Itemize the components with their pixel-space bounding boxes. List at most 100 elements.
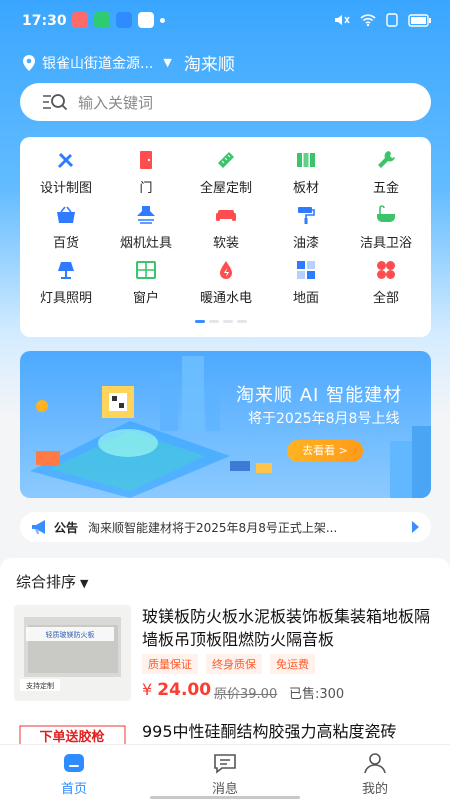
thumbnail-caption: 下单送胶枪 (39, 729, 104, 745)
tab-home[interactable]: 首页 (44, 751, 104, 797)
category-label: 五金 (372, 181, 399, 196)
category-item[interactable]: 灯具照明 (26, 259, 106, 306)
tab-messages[interactable]: 消息 (195, 751, 255, 797)
chevron-down-icon: ▼ (163, 56, 172, 69)
page-dot (209, 320, 219, 323)
product-sold-count: 已售:300 (289, 687, 345, 702)
status-time: 17:30 (22, 13, 67, 29)
search-input[interactable]: 输入关键词 (20, 83, 431, 121)
price-value: 24.00 (157, 680, 212, 700)
floor-tiles-icon (297, 261, 315, 279)
caret-down-icon: ▼ (80, 577, 89, 590)
basket-icon (57, 206, 75, 223)
product-thumbnail: 轻质玻镁防火板 支持定制 (14, 605, 131, 701)
category-label: 烟机灶具 (119, 236, 172, 251)
panels-icon (297, 153, 315, 167)
product-tag: 终身质保 (206, 654, 262, 674)
app-notification-icon (116, 12, 132, 28)
category-item[interactable]: 百货 (26, 204, 106, 251)
product-price: ¥ 24.00 (142, 680, 211, 700)
category-panel: 设计制图 门 全屋定制 板材 五金 百货 烟机灶具 软装 油漆 洁具卫浴 灯具照… (20, 137, 431, 337)
category-item[interactable]: 全部 (346, 259, 426, 306)
door-icon (140, 151, 152, 169)
tape-measure-icon (218, 152, 234, 168)
sort-dropdown[interactable]: 综合排序 ▼ (16, 571, 88, 592)
power-drop-icon (220, 261, 232, 279)
bottom-tab-bar: 首页 消息 我的 (0, 744, 450, 800)
tab-profile-label: 我的 (361, 782, 388, 797)
system-icons (334, 13, 432, 27)
product-list: 综合排序 ▼ 轻质玻镁防火板 支持定制 玻镁板防火板水泥板装饰板集装箱地板隔墙板吊… (0, 558, 450, 748)
thumbnail-badge: 支持定制 (26, 681, 54, 690)
category-label: 门 (139, 181, 153, 196)
tab-profile[interactable]: 我的 (345, 751, 405, 797)
category-item[interactable]: 软装 (186, 204, 266, 251)
promo-banner[interactable]: 淘来顺 AI 智能建材 将于2025年8月8号上线 去看看 > (20, 351, 431, 498)
category-item[interactable]: 设计制图 (26, 149, 106, 196)
category-item[interactable]: 板材 (266, 149, 346, 196)
category-label: 软装 (212, 236, 239, 251)
page-dot (223, 320, 233, 323)
price-symbol: ¥ (142, 680, 153, 699)
mute-icon (335, 15, 350, 25)
category-item[interactable]: 烟机灶具 (106, 204, 186, 251)
wechat-notification-icon (94, 12, 110, 28)
category-label: 灯具照明 (39, 291, 92, 306)
category-label: 油漆 (292, 236, 319, 251)
sim-icon (386, 13, 398, 27)
category-item[interactable]: 地面 (266, 259, 346, 306)
all-grid-icon (377, 261, 395, 279)
category-item[interactable]: 洁具卫浴 (346, 204, 426, 251)
status-bar: 17:30 (0, 0, 450, 42)
search-icon (43, 94, 68, 111)
wrench-icon (378, 151, 395, 168)
banner-title: 淘来顺 AI 智能建材 (236, 385, 403, 406)
page-indicator (195, 320, 247, 323)
category-label: 板材 (292, 181, 319, 196)
category-item[interactable]: 门 (106, 149, 186, 196)
category-label: 地面 (292, 291, 319, 306)
profile-icon (364, 753, 386, 774)
banner-subtitle: 将于2025年8月8号上线 (248, 411, 400, 427)
tab-messages-label: 消息 (211, 782, 238, 797)
category-label: 百货 (52, 236, 79, 251)
sort-label: 综合排序 (16, 573, 77, 591)
ruler-pencil-icon (58, 152, 74, 168)
app-notification-icon (72, 12, 88, 28)
category-item[interactable]: 油漆 (266, 204, 346, 251)
more-notifications-icon (160, 17, 165, 23)
category-label: 设计制图 (39, 181, 92, 196)
product-tag: 免运费 (270, 654, 315, 674)
battery-icon (408, 13, 431, 27)
category-label: 暖通水电 (199, 291, 252, 306)
category-label: 全部 (372, 291, 399, 306)
home-icon (64, 754, 84, 772)
product-card[interactable]: 轻质玻镁防火板 支持定制 玻镁板防火板水泥板装饰板集装箱地板隔墙板吊顶板阻燃防火… (14, 605, 434, 705)
sofa-icon (216, 210, 236, 221)
window-icon (136, 261, 156, 279)
wifi-icon (360, 14, 376, 27)
category-item[interactable]: 窗户 (106, 259, 186, 306)
paint-roller-icon (298, 207, 315, 224)
location-pin-icon (23, 54, 35, 71)
chevron-right-icon (412, 521, 419, 533)
category-label: 窗户 (132, 291, 159, 306)
banner-view-button[interactable]: 去看看 > (287, 440, 363, 462)
category-grid: 设计制图 门 全屋定制 板材 五金 百货 烟机灶具 软装 油漆 洁具卫浴 灯具照… (26, 149, 426, 306)
category-item[interactable]: 暖通水电 (186, 259, 266, 306)
category-label: 洁具卫浴 (359, 236, 412, 251)
product-tag: 质量保证 (142, 654, 198, 674)
location-text: 银雀山街道金源... (42, 55, 154, 72)
location-selector[interactable]: 银雀山街道金源... ▼ 淘来顺 (22, 50, 235, 75)
announcement-bar[interactable]: 公告 淘来顺智能建材将于2025年8月8号正式上架... (20, 512, 431, 542)
category-item[interactable]: 五金 (346, 149, 426, 196)
megaphone-icon (32, 520, 45, 534)
search-placeholder: 输入关键词 (78, 93, 154, 112)
notification-icons (72, 12, 165, 28)
lamp-icon (58, 262, 74, 279)
fireproof-board-image: 轻质玻镁防火板 支持定制 (14, 605, 131, 701)
announcement-tag: 公告 (54, 520, 79, 535)
product-tags: 质量保证 终身质保 免运费 (142, 654, 315, 674)
category-item[interactable]: 全屋定制 (186, 149, 266, 196)
product-title: 玻镁板防火板水泥板装饰板集装箱地板隔墙板吊顶板阻燃防火隔音板 (142, 607, 431, 649)
